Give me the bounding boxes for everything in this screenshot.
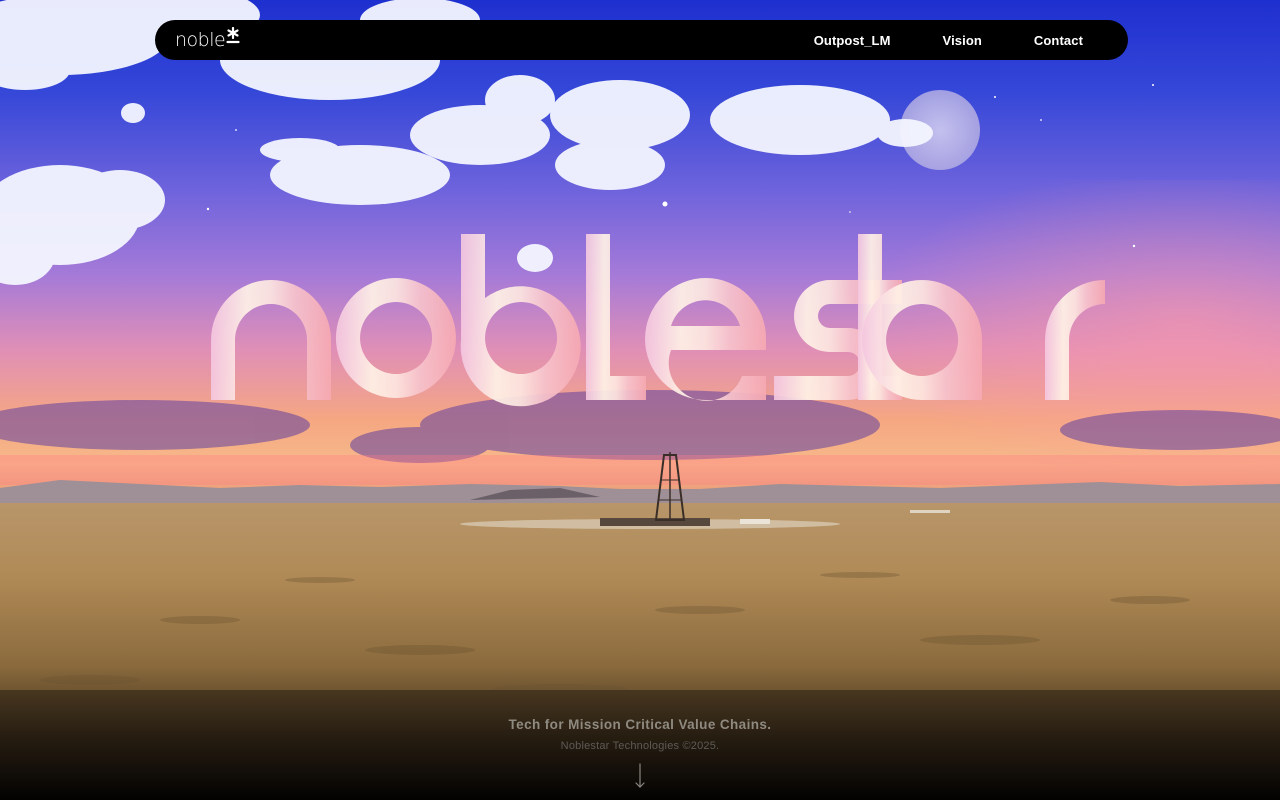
nav-link-outpost-lm[interactable]: Outpost_LM bbox=[814, 33, 891, 48]
arrow-down-icon[interactable] bbox=[631, 762, 649, 790]
top-navbar: noble Outpost_LM Vision Contact bbox=[155, 20, 1128, 60]
nav-links: Outpost_LM Vision Contact bbox=[814, 20, 1108, 60]
asterisk-star-icon bbox=[226, 26, 240, 49]
nav-link-contact[interactable]: Contact bbox=[1034, 33, 1083, 48]
hero-section: noble Outpost_LM Vision Contact Tech for… bbox=[0, 0, 1280, 800]
tagline: Tech for Mission Critical Value Chains. bbox=[508, 717, 772, 732]
nav-link-vision[interactable]: Vision bbox=[943, 33, 982, 48]
copyright-text: Noblestar Technologies ©2025. bbox=[560, 740, 720, 752]
hero-background bbox=[0, 0, 1280, 800]
logo-text: noble bbox=[175, 28, 226, 51]
noble-logo[interactable]: noble bbox=[175, 20, 240, 60]
